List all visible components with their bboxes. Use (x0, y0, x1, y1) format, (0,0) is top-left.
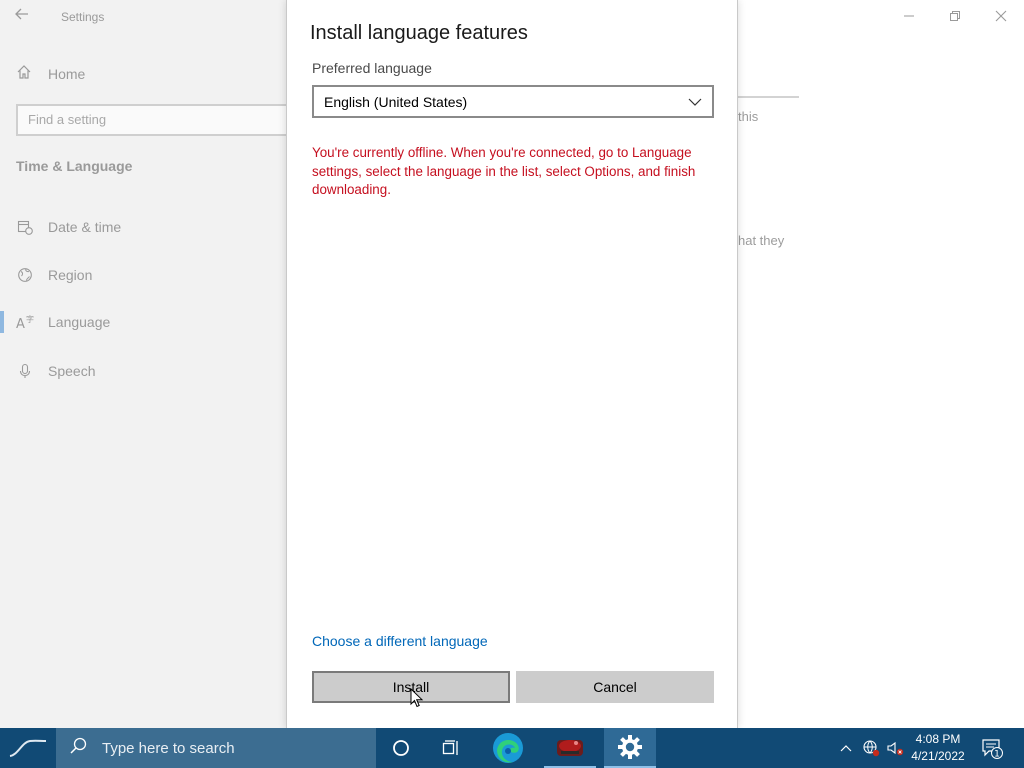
active-nav-indicator (0, 311, 4, 333)
choose-different-language-link[interactable]: Choose a different language (312, 633, 488, 649)
calendar-clock-icon (16, 218, 34, 236)
settings-gear-icon[interactable] (604, 728, 656, 768)
restore-button[interactable] (932, 4, 978, 28)
nav-item-region[interactable]: Region (16, 266, 92, 284)
cortana-icon[interactable] (377, 728, 425, 768)
task-view-icon[interactable] (426, 728, 474, 768)
start-button[interactable] (0, 728, 56, 768)
minimize-button[interactable] (886, 4, 932, 28)
language-icon: A字 (16, 313, 34, 331)
section-title: Time & Language (16, 158, 133, 174)
media-app-icon[interactable] (544, 728, 596, 768)
chevron-down-icon (688, 95, 702, 109)
nav-home[interactable]: Home (16, 64, 85, 83)
preferred-language-select[interactable]: English (United States) (312, 85, 714, 118)
selected-language-value: English (United States) (324, 93, 468, 110)
taskbar-search-placeholder: Type here to search (102, 739, 235, 757)
divider (738, 96, 799, 98)
volume-muted-icon[interactable] (884, 728, 906, 768)
network-offline-icon[interactable] (860, 728, 882, 768)
taskbar-clock[interactable]: 4:08 PM 4/21/2022 (904, 731, 972, 765)
cancel-button[interactable]: Cancel (516, 671, 714, 703)
notification-count: 1 (994, 750, 1000, 760)
nav-item-language[interactable]: A字 Language (16, 313, 110, 331)
start-logo-icon (9, 739, 47, 757)
clock-date: 4/21/2022 (911, 749, 965, 763)
offline-error-message: You're currently offline. When you're co… (312, 145, 696, 198)
taskbar-search-box[interactable]: Type here to search (56, 728, 376, 768)
content-text-fragment: hat they (738, 233, 785, 248)
mouse-cursor-icon (410, 687, 424, 708)
nav-label: Date & time (48, 219, 122, 235)
settings-content-peek: this hat they (738, 0, 1024, 728)
nav-item-date-time[interactable]: Date & time (16, 218, 121, 236)
preferred-language-label: Preferred language (312, 60, 432, 76)
microphone-icon (16, 362, 34, 380)
home-icon (16, 64, 32, 83)
nav-item-speech[interactable]: Speech (16, 362, 95, 380)
nav-label: Speech (48, 363, 96, 379)
svg-text:A: A (16, 317, 25, 330)
close-button[interactable] (978, 4, 1024, 28)
taskbar: Type here to search 4:08 PM 4/21/2022 1 (0, 728, 1024, 768)
edge-browser-icon[interactable] (484, 728, 532, 768)
app-title: Settings (61, 10, 105, 24)
action-center-icon[interactable]: 1 (978, 728, 1006, 768)
settings-sidebar: Settings Home Find a setting Time & Lang… (0, 0, 294, 728)
nav-label: Language (48, 314, 111, 330)
svg-text:字: 字 (26, 314, 34, 324)
home-label: Home (48, 65, 86, 82)
search-icon (68, 736, 88, 760)
find-setting-input[interactable]: Find a setting (16, 104, 294, 136)
dialog-title: Install language features (310, 22, 528, 44)
show-hidden-icons-chevron-icon[interactable] (836, 728, 856, 768)
nav-label: Region (48, 267, 93, 283)
content-text-fragment: this (738, 109, 759, 124)
install-language-dialog: Install language features Preferred lang… (286, 0, 738, 728)
back-arrow-icon[interactable] (14, 6, 34, 26)
globe-icon (16, 266, 34, 284)
clock-time: 4:08 PM (915, 732, 961, 746)
